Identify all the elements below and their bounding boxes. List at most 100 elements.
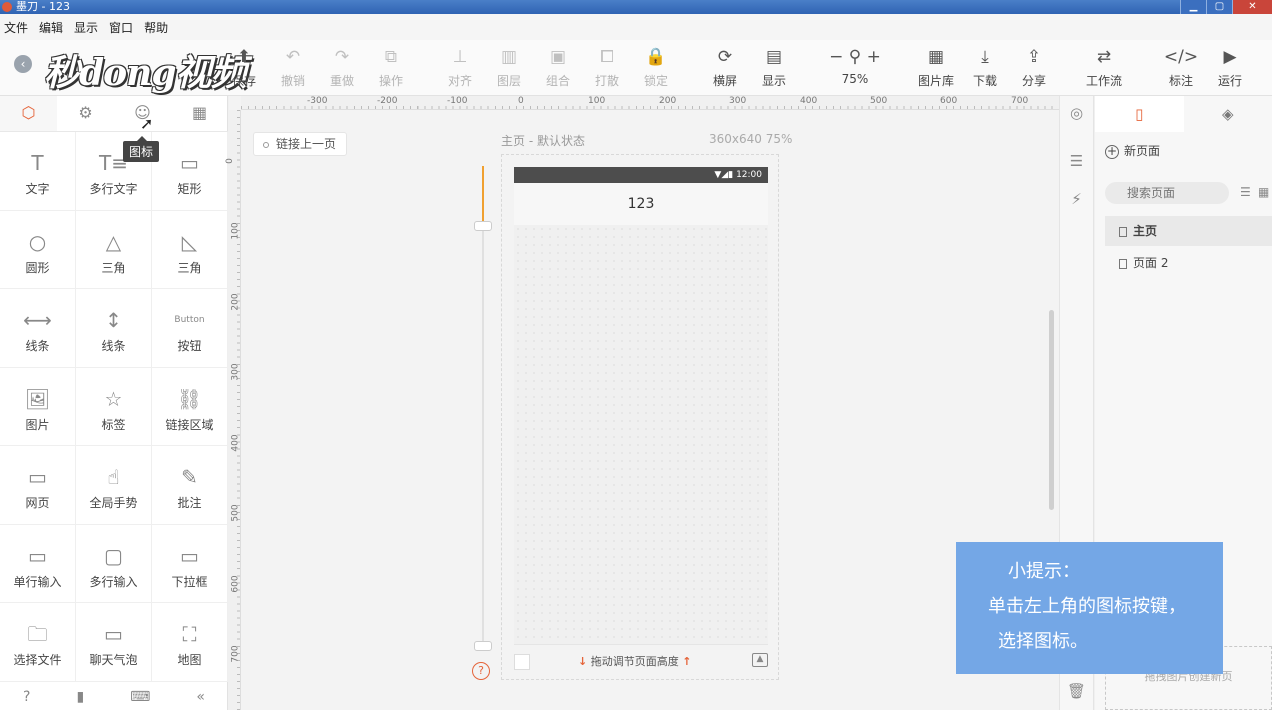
workflow-button[interactable]: ⇄ 工作流 xyxy=(1082,46,1126,89)
widget-link-area[interactable]: ⛓ 链接区域 xyxy=(152,367,228,446)
widget-multi-input[interactable]: ▢ 多行输入 xyxy=(76,524,152,603)
bookmark-icon[interactable]: ▮ xyxy=(76,689,84,705)
background-image-icon[interactable]: ▲ xyxy=(752,653,768,667)
widget-webpage[interactable]: ▭ 网页 xyxy=(0,446,76,525)
page-item-home[interactable]: 主页 xyxy=(1105,216,1272,246)
lock-button[interactable]: 🔒 锁定 xyxy=(634,46,678,89)
redo-icon: ↷ xyxy=(334,47,350,67)
back-arrow-icon[interactable]: ‹ xyxy=(14,55,32,73)
widget-map[interactable]: ⛶ 地图 xyxy=(152,603,228,682)
tab-layers[interactable]: ◈ xyxy=(1184,96,1272,132)
widget-annotation[interactable]: ✎ 批注 xyxy=(152,446,228,525)
link-previous-page-button[interactable]: 链接上一页 xyxy=(253,132,348,156)
share-button[interactable]: ⇪ 分享 xyxy=(1012,46,1056,89)
minimize-button[interactable]: ▁ xyxy=(1180,0,1206,14)
zoom-control[interactable]: − ⚲ + 75% xyxy=(815,46,895,86)
widget-panel-footer: ? ▮ ⌨ « xyxy=(0,684,228,710)
target-icon[interactable]: ◎ xyxy=(1060,104,1093,122)
download-button[interactable]: ⤓ 下载 xyxy=(963,46,1007,89)
help-icon[interactable]: ? xyxy=(23,689,30,705)
widget-circle[interactable]: ○ 圆形 xyxy=(0,210,76,289)
page-size-label: 360x640 75% xyxy=(709,132,793,146)
drag-height-label[interactable]: ↓ 拖动调节页面高度 ↑ xyxy=(578,653,691,669)
menu-view[interactable]: 显示 xyxy=(74,19,98,36)
widget-hline[interactable]: ⟷ 线条 xyxy=(0,289,76,368)
save-button[interactable]: ⬆ 保存 xyxy=(222,46,266,89)
webpage-icon: ▭ xyxy=(28,465,47,489)
widget-text[interactable]: T 文字 xyxy=(0,132,76,211)
circle-icon: ○ xyxy=(28,229,47,254)
widget-single-input[interactable]: ▭ 单行输入 xyxy=(0,524,76,603)
menu-help[interactable]: 帮助 xyxy=(144,19,168,36)
page-item-page2[interactable]: 页面 2 xyxy=(1105,248,1272,278)
run-button[interactable]: ▶ 运行 xyxy=(1208,46,1252,89)
redo-button[interactable]: ↷ 重做 xyxy=(320,46,364,89)
gesture-icon: ☝ xyxy=(107,465,120,489)
ungroup-button[interactable]: ⧠ 打散 xyxy=(585,46,629,89)
canvas-scrollbar[interactable] xyxy=(1049,310,1054,510)
display-button[interactable]: ▤ 显示 xyxy=(752,46,796,89)
title-bar: 墨刀 - 123 ▁ ▢ ✕ xyxy=(0,0,1272,14)
annotate-button[interactable]: </> 标注 xyxy=(1159,46,1203,89)
undo-button[interactable]: ↶ 撤销 xyxy=(271,46,315,89)
phone-nav-title[interactable]: 123 xyxy=(514,183,768,225)
vertical-line-icon: ↕ xyxy=(105,308,122,332)
pages-panel-tabs: ▯ ◈ xyxy=(1095,96,1272,132)
group-button[interactable]: ▣ 组合 xyxy=(536,46,580,89)
top-ruler: -300 -200 -100 0 100 200 300 400 500 600… xyxy=(241,96,1059,110)
layer-button[interactable]: ▥ 图层 xyxy=(487,46,531,89)
landscape-button[interactable]: ⟳ 横屏 xyxy=(703,46,747,89)
widget-right-triangle[interactable]: ◺ 三角 xyxy=(152,210,228,289)
trash-icon[interactable]: 🗑 xyxy=(1060,682,1093,700)
watermark-logo: 秒dong视频 xyxy=(44,52,247,94)
phone-frame[interactable]: ▼◢▮ 12:00 123 ↓ 拖动调节页面高度 ↑ ▲ xyxy=(501,154,779,680)
tab-devices[interactable]: ⚙ xyxy=(57,96,114,131)
menu-file[interactable]: 文件 xyxy=(4,19,28,36)
zoom-level: 75% xyxy=(841,72,869,86)
maximize-button[interactable]: ▢ xyxy=(1206,0,1232,14)
operation-button[interactable]: ⧉ 操作 xyxy=(369,46,413,89)
align-button[interactable]: ⊥ 对齐 xyxy=(438,46,482,89)
footer-checkbox[interactable] xyxy=(514,654,530,670)
collapse-icon[interactable]: « xyxy=(196,689,205,705)
widget-vline[interactable]: ↕ 线条 xyxy=(76,289,152,368)
widget-tag[interactable]: ☆ 标签 xyxy=(76,367,152,446)
save-icon: ⬆ xyxy=(236,47,252,67)
image-library-button[interactable]: ▦ 图片库 xyxy=(914,46,958,89)
tab-components[interactable]: ⬡ xyxy=(0,96,57,131)
arrow-down-icon: ↓ xyxy=(578,655,588,668)
page-state-label: 主页 - 默认状态 xyxy=(501,134,585,148)
search-pages-input[interactable] xyxy=(1105,182,1229,204)
widget-rectangle[interactable]: ▭ 矩形 xyxy=(152,132,228,211)
textarea-icon: ▢ xyxy=(104,543,123,568)
menu-edit[interactable]: 编辑 xyxy=(39,19,63,36)
widget-chat-bubble[interactable]: ▭ 聊天气泡 xyxy=(76,603,152,682)
widget-file-select[interactable]: 🗀 选择文件 xyxy=(0,603,76,682)
phone-content-area[interactable] xyxy=(514,225,768,645)
question-icon[interactable]: ? xyxy=(472,662,490,680)
settings-sliders-icon[interactable]: ☰ xyxy=(1060,152,1093,170)
list-view-icon[interactable]: ☰ xyxy=(1240,185,1251,199)
slider-handle-bottom[interactable] xyxy=(474,641,492,651)
keyboard-icon[interactable]: ⌨ xyxy=(130,689,150,705)
tip-line-1: 单击左上角的图标按键， xyxy=(988,596,1186,617)
widget-image[interactable]: 🖼 图片 xyxy=(0,367,76,446)
new-page-button[interactable]: + 新页面 xyxy=(1105,142,1160,159)
page-height-slider-track xyxy=(482,166,484,646)
slider-handle-top[interactable] xyxy=(474,221,492,231)
tab-pages[interactable]: ▯ xyxy=(1095,96,1184,132)
tab-templates[interactable]: ▦ xyxy=(171,96,228,131)
widget-gesture[interactable]: ☝ 全局手势 xyxy=(76,446,152,525)
design-canvas[interactable]: -300 -200 -100 0 100 200 300 400 500 600… xyxy=(225,96,1059,710)
widget-button[interactable]: Button 按钮 xyxy=(152,289,228,368)
grid-view-icon[interactable]: ▦ xyxy=(1258,185,1269,199)
code-icon: </> xyxy=(1163,47,1199,67)
mouse-cursor-icon: ➚ xyxy=(140,114,154,133)
widget-dropdown[interactable]: ▭ 下拉框 xyxy=(152,524,228,603)
menu-bar: 文件 编辑 显示 窗口 帮助 xyxy=(0,14,1272,40)
close-button[interactable]: ✕ xyxy=(1232,0,1272,14)
widget-triangle[interactable]: △ 三角 xyxy=(76,210,152,289)
menu-window[interactable]: 窗口 xyxy=(109,19,133,36)
icon-tooltip: 图标 xyxy=(123,136,160,162)
lightning-icon[interactable]: ⚡ xyxy=(1060,190,1093,208)
